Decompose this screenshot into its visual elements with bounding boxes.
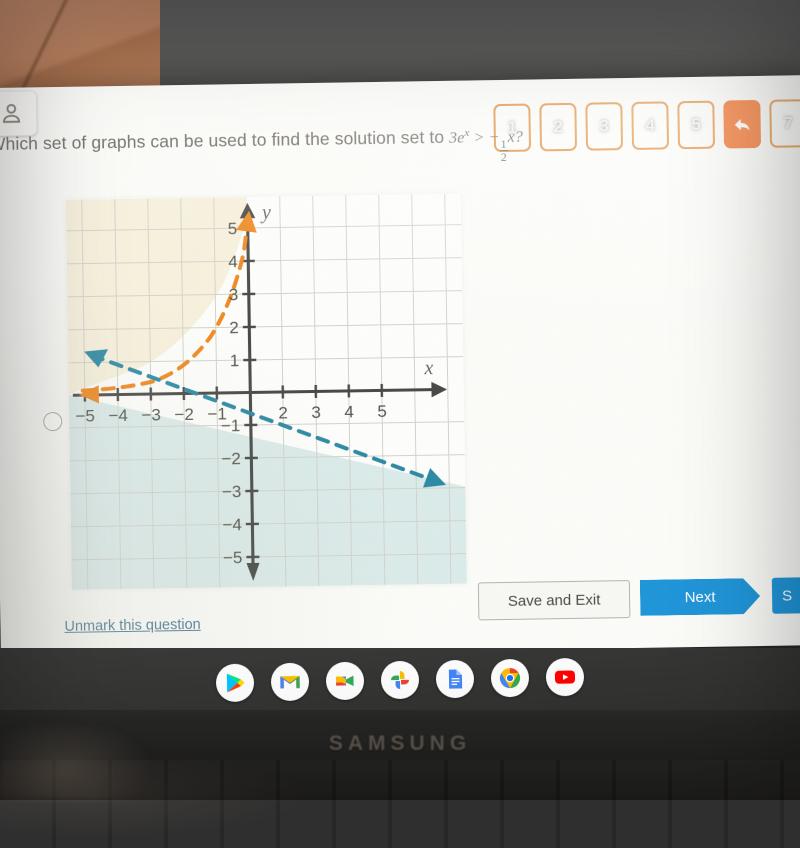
chrome-icon[interactable] [491,659,530,698]
play-store-icon[interactable] [216,664,255,703]
graph-option-a[interactable]: y x −5 −4 −3 −2 −1 2 3 4 5 5 4 [66,194,467,590]
svg-text:4: 4 [228,252,238,271]
next-button[interactable]: Next [640,578,761,616]
chromeos-shelf [0,648,800,710]
user-icon [0,100,25,126]
question-button-7[interactable]: 7 [769,99,800,148]
question-prompt: Which set of graphs can be used to find … [0,123,689,171]
x-axis-label: x [423,357,433,379]
youtube-icon[interactable] [546,658,585,697]
google-docs-icon[interactable] [436,660,475,699]
svg-text:4: 4 [344,402,354,421]
submit-button[interactable]: S [772,576,800,614]
svg-text:−4: −4 [108,406,128,425]
shelf-icon-row [0,649,800,711]
svg-text:−1: −1 [221,416,241,435]
svg-text:−5: −5 [75,406,95,425]
flagged-question-button[interactable] [723,100,761,149]
svg-text:1: 1 [230,351,240,370]
quiz-screen: 1 2 3 4 5 7 Which set of graphs can be u… [0,75,800,658]
y-axis-label: y [260,202,271,224]
question-text: Which set of graphs can be used to find … [0,127,449,154]
radio-button-option-a[interactable] [43,412,62,431]
profile-button[interactable] [0,91,37,136]
svg-text:2: 2 [229,318,239,337]
google-photos-icon[interactable] [381,661,420,700]
gmail-icon[interactable] [271,663,310,702]
save-and-exit-button[interactable]: Save and Exit [478,580,631,620]
photo-of-laptop-screen: 1 2 3 4 5 7 Which set of graphs can be u… [0,0,800,800]
google-meet-icon[interactable] [326,662,365,701]
svg-text:−3: −3 [141,405,161,424]
svg-text:−2: −2 [221,449,241,468]
svg-text:5: 5 [228,219,238,238]
quiz-footer: Save and Exit Next S Unmark this questio… [0,555,800,658]
svg-text:3: 3 [311,403,321,422]
svg-text:−3: −3 [222,482,242,501]
back-arrow-icon [731,114,752,135]
question-expression: 3ex > −12x? [449,129,523,147]
svg-text:3: 3 [229,285,239,304]
svg-text:−2: −2 [174,405,194,424]
svg-text:−4: −4 [222,515,242,534]
svg-text:2: 2 [278,403,288,422]
unmark-question-link[interactable]: Unmark this question [64,617,200,635]
photo-corner-blur [0,726,210,800]
coordinate-graph: y x −5 −4 −3 −2 −1 2 3 4 5 5 4 [66,194,467,590]
svg-text:5: 5 [377,402,387,421]
